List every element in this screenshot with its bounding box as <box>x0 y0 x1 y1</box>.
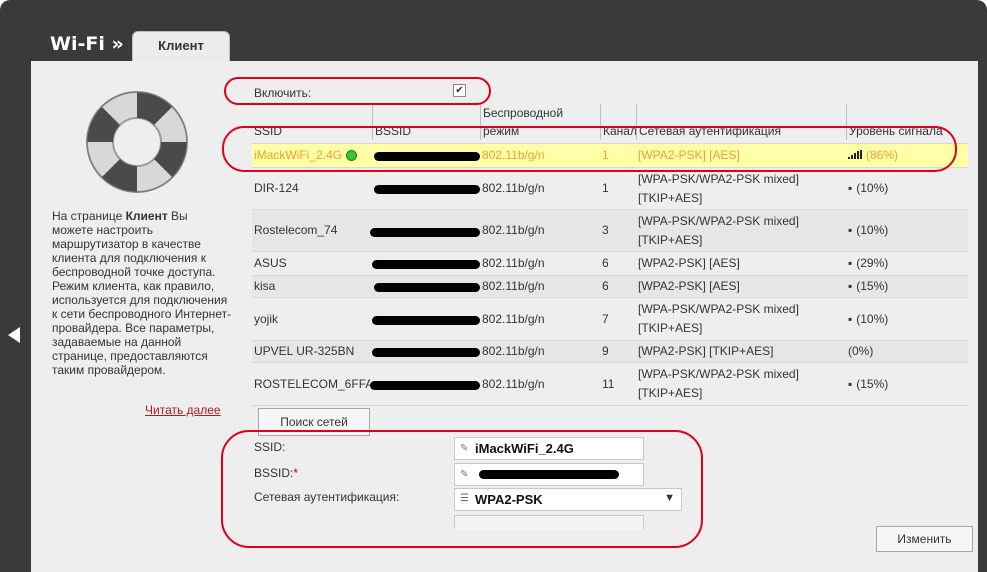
ssid-cell: yojik <box>254 311 279 326</box>
page-title: Wi-Fi » <box>50 33 124 55</box>
mode-cell: 802.11b/g/n <box>482 344 545 358</box>
auth-cell: [WPA2-PSK] [AES] <box>638 256 740 270</box>
signal-bars-icon: ▪ <box>848 279 853 293</box>
auth-cell: [WPA2-PSK] [TKIP+AES] <box>638 344 774 358</box>
auth-cell: [WPA2-PSK] [AES] <box>638 279 740 293</box>
signal-cell: ▪ (29%) <box>848 252 888 275</box>
ssid-cell: kisa <box>254 279 276 293</box>
bssid-redacted <box>374 283 480 292</box>
signal-cell: ▪ (10%) <box>848 210 888 251</box>
signal-bars-icon: ▪ <box>848 181 853 195</box>
info-text: На странице Клиент Вы можете настроить м… <box>52 209 232 377</box>
signal-cell: ▪ (10%) <box>848 168 888 209</box>
signal-cell: (0%) <box>848 344 874 358</box>
channel-cell: 7 <box>602 311 609 326</box>
table-row[interactable]: DIR-124 802.11b/g/n 1 [WPA-PSK/WPA2-PSK … <box>252 167 968 209</box>
mode-cell: 802.11b/g/n <box>482 376 545 391</box>
channel-cell: 3 <box>602 223 609 237</box>
table-row[interactable]: Rostelecom_74 802.11b/g/n 3 [WPA-PSK/WPA… <box>252 209 968 251</box>
bssid-redacted <box>372 348 480 357</box>
bssid-redacted <box>370 228 480 237</box>
ssid-cell: DIR-124 <box>254 181 299 195</box>
mode-cell: 802.11b/g/n <box>482 223 545 237</box>
channel-cell: 6 <box>602 279 609 293</box>
ssid-cell: UPVEL UR-325BN <box>254 344 355 358</box>
mode-cell: 802.11b/g/n <box>482 256 545 270</box>
signal-bars-icon: ▪ <box>848 223 853 237</box>
table-row[interactable]: kisa 802.11b/g/n 6 [WPA2-PSK] [AES] ▪ (15… <box>252 275 968 297</box>
lifebuoy-icon <box>86 91 188 193</box>
signal-bars-icon: ▪ <box>848 311 853 326</box>
channel-cell: 1 <box>602 181 609 195</box>
auth-cell: [WPA-PSK/WPA2-PSK mixed] [TKIP+AES] <box>638 171 799 205</box>
signal-cell: ▪ (10%) <box>848 298 888 340</box>
bssid-redacted <box>372 316 480 325</box>
auth-cell: [WPA-PSK/WPA2-PSK mixed] [TKIP+AES] <box>638 367 799 400</box>
bssid-redacted <box>370 381 480 390</box>
read-more-link[interactable]: Читать далее <box>145 403 221 417</box>
auth-cell: [WPA-PSK/WPA2-PSK mixed] [TKIP+AES] <box>638 302 799 335</box>
signal-bars-icon: ▪ <box>848 256 853 270</box>
annotation-form <box>221 430 703 548</box>
bssid-redacted <box>372 260 480 269</box>
channel-cell: 9 <box>602 344 609 358</box>
change-button[interactable]: Изменить <box>876 526 973 552</box>
mode-cell: 802.11b/g/n <box>482 181 545 195</box>
annotation-selected-row <box>222 126 957 172</box>
bssid-redacted <box>374 185 480 194</box>
ssid-cell: ASUS <box>254 256 287 270</box>
annotation-enable <box>224 77 491 105</box>
signal-bars-icon: ▪ <box>848 376 853 391</box>
table-row[interactable]: ASUS 802.11b/g/n 6 [WPA2-PSK] [AES] ▪ (29… <box>252 251 968 275</box>
table-row[interactable]: yojik 802.11b/g/n 7 [WPA-PSK/WPA2-PSK mi… <box>252 297 968 340</box>
tab-client[interactable]: Клиент <box>132 31 230 62</box>
mode-cell: 802.11b/g/n <box>482 311 545 326</box>
mode-cell: 802.11b/g/n <box>482 279 545 293</box>
auth-cell: [WPA-PSK/WPA2-PSK mixed] [TKIP+AES] <box>638 213 799 247</box>
signal-cell: ▪ (15%) <box>848 363 888 405</box>
table-row[interactable]: UPVEL UR-325BN 802.11b/g/n 9 [WPA2-PSK] … <box>252 340 968 362</box>
ssid-cell: ROSTELECOM_6FFA <box>254 376 370 391</box>
signal-cell: ▪ (15%) <box>848 276 888 297</box>
table-row[interactable]: ROSTELECOM_6FFA 802.11b/g/n 11 [WPA-PSK/… <box>252 362 968 406</box>
channel-cell: 11 <box>602 376 615 391</box>
back-arrow-icon[interactable] <box>8 327 20 343</box>
channel-cell: 6 <box>602 256 609 270</box>
ssid-cell: Rostelecom_74 <box>254 223 338 237</box>
